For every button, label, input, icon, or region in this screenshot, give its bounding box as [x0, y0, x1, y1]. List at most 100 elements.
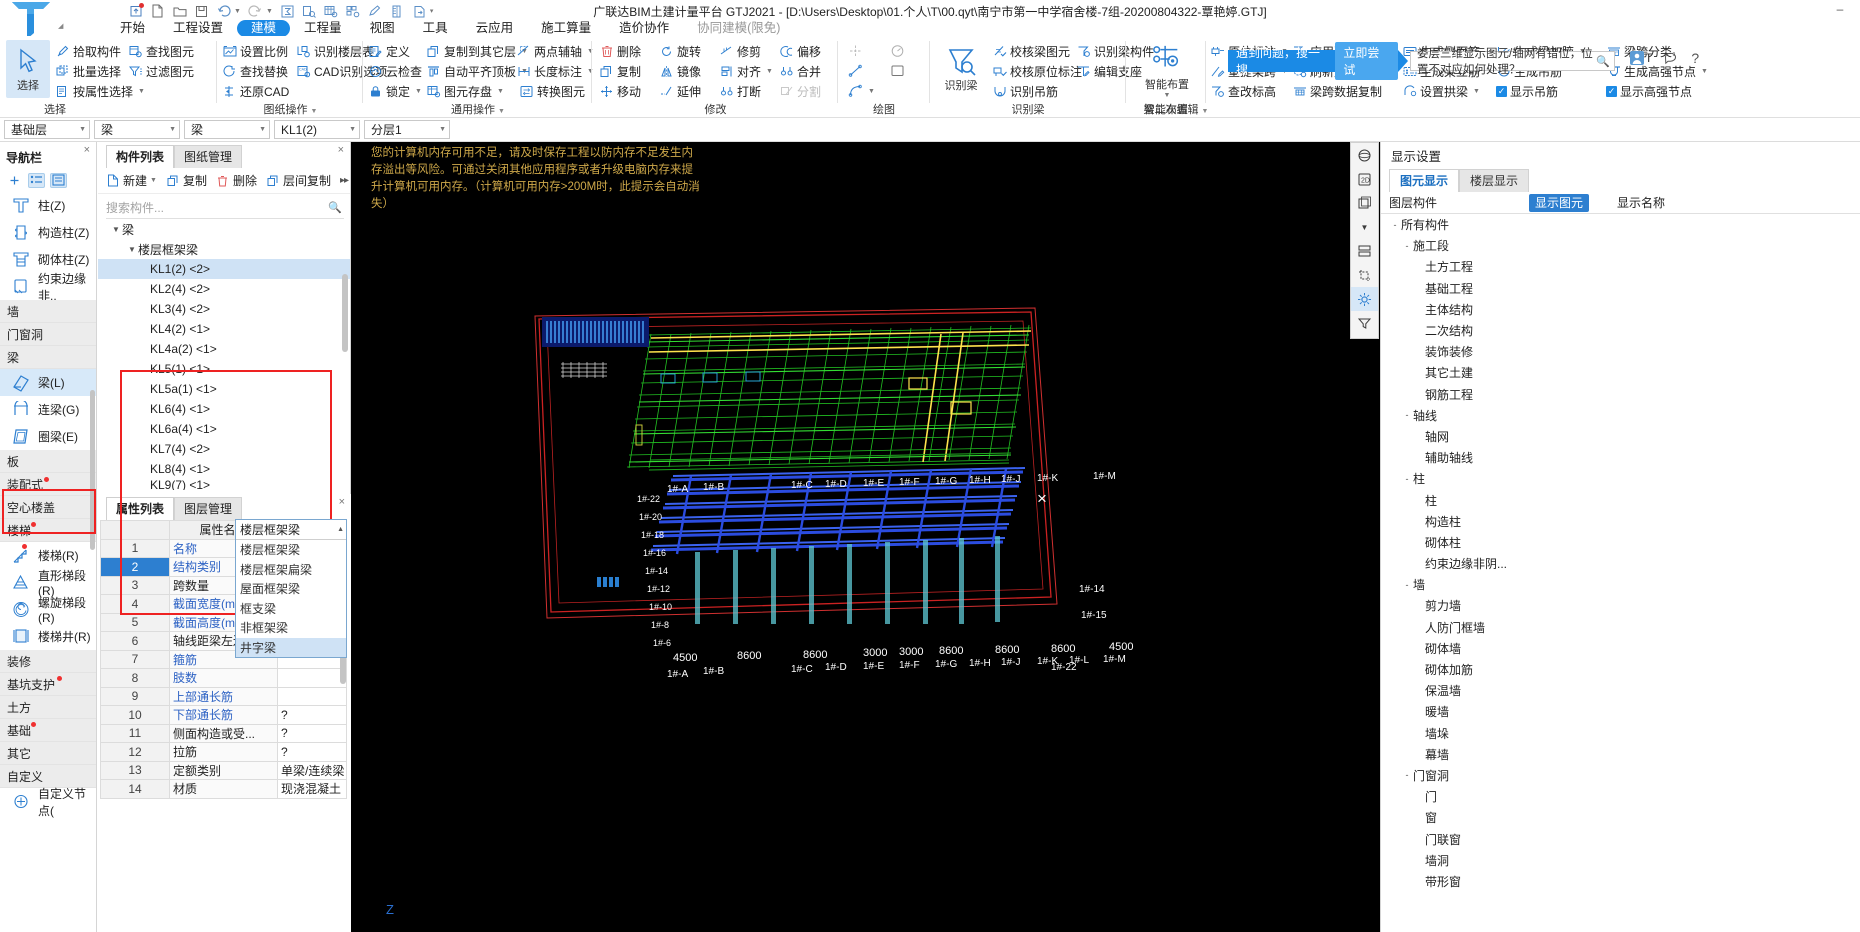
draw-circle-button[interactable]: [890, 41, 905, 61]
navigation-close-button[interactable]: ×: [84, 144, 90, 156]
change-elevation-button[interactable]: 查改标高: [1210, 81, 1276, 101]
tab-construction-quantities[interactable]: 施工算量: [527, 20, 605, 37]
tab-view[interactable]: 视图: [356, 20, 409, 37]
expander-icon[interactable]: -: [1401, 241, 1413, 251]
chevron-down-icon[interactable]: ▼: [497, 88, 504, 95]
display-row-constraint-edge[interactable]: 约束边缘非阴...: [1381, 553, 1860, 574]
tab-floor-display[interactable]: 楼层显示: [1459, 169, 1530, 192]
break-button[interactable]: 打断: [719, 81, 761, 101]
nav-item-coupling-beam[interactable]: 连梁(G): [0, 396, 96, 423]
new-component-button[interactable]: 新建 ▼: [106, 172, 157, 189]
chevron-down-icon[interactable]: ▼: [868, 88, 875, 95]
display-row-airdefense-door-frame-wall[interactable]: 人防门框墙: [1381, 617, 1860, 638]
structure-category-selected[interactable]: 楼层框架梁 ▲: [236, 520, 346, 539]
show-hanger-checkbox[interactable]: 显示吊筋: [1496, 81, 1558, 101]
nav-group-other[interactable]: 其它: [0, 742, 96, 765]
display-row-warm-wall[interactable]: 暖墙: [1381, 701, 1860, 722]
display-row-wall-group[interactable]: - 墙: [1381, 574, 1860, 595]
find-replace-button[interactable]: 查找替换: [222, 61, 288, 81]
chevron-down-icon[interactable]: ▼: [415, 88, 422, 95]
option-floor-frame-beam[interactable]: 楼层框架梁: [236, 540, 346, 560]
select-tool-button[interactable]: 选择: [6, 40, 50, 98]
model-3d-viewport[interactable]: 您的计算机内存可用不足，请及时保存工程以防内存不足发生内存溢出等风险。可通过关闭…: [351, 142, 1380, 932]
mirror-button[interactable]: 镜像: [659, 61, 701, 81]
tree-node-beam-root[interactable]: ▼ 梁: [98, 219, 350, 239]
redo-dropdown-caret[interactable]: ▼: [266, 8, 273, 15]
display-row-decoration[interactable]: 装饰装修: [1381, 341, 1860, 362]
copy-to-other-floor-button[interactable]: 复制到其它层 ▼: [426, 41, 528, 61]
nav-item-constraint-edge[interactable]: 约束边缘非..: [0, 272, 96, 303]
redo-icon[interactable]: [248, 4, 263, 19]
display-row-masonry-column[interactable]: 砌体柱: [1381, 532, 1860, 553]
display-row-door-window-group[interactable]: - 门窗洞: [1381, 765, 1860, 786]
check-insitu-label-button[interactable]: 校核原位标注: [992, 61, 1082, 81]
two-point-aux-axis-button[interactable]: 两点辅轴 ▼: [516, 41, 594, 61]
table-row[interactable]: 13 定额类别 单梁/连续梁: [100, 760, 347, 780]
tab-cost-collaboration[interactable]: 造价协作: [605, 20, 683, 37]
nav-group-earthwork[interactable]: 土方: [0, 696, 96, 719]
row-value[interactable]: ?: [277, 742, 347, 762]
element-save-button[interactable]: 图元存盘 ▼: [426, 81, 504, 101]
tree-item-kl5a[interactable]: KL5a(1) <1>: [98, 379, 350, 399]
display-row-earthwork[interactable]: 土方工程: [1381, 256, 1860, 277]
option-floor-frame-flat-beam[interactable]: 楼层框架扁梁: [236, 560, 346, 580]
crop-tool[interactable]: [1351, 263, 1378, 287]
nav-item-beam[interactable]: 梁(L): [0, 369, 96, 396]
chevron-down-icon[interactable]: ▼: [1202, 108, 1209, 115]
table-row[interactable]: 9 上部通长筋: [100, 686, 347, 706]
upload-icon[interactable]: [128, 2, 144, 19]
chevron-down-icon[interactable]: ▼: [1701, 68, 1708, 75]
view-2d-tool[interactable]: 2D: [1351, 167, 1378, 191]
tab-layer-management[interactable]: 图层管理: [174, 497, 243, 520]
chevron-up-icon[interactable]: ▲: [337, 526, 344, 533]
tree-item-kl6[interactable]: KL6(4) <1>: [98, 399, 350, 419]
tab-collaborative-modeling[interactable]: 协同建模(限免): [683, 20, 794, 37]
tree-item-kl4a[interactable]: KL4a(2) <1>: [98, 339, 350, 359]
nav-group-decoration[interactable]: 装修: [0, 650, 96, 673]
layers-tool[interactable]: [1351, 191, 1378, 215]
display-row-axis[interactable]: - 轴线: [1381, 405, 1860, 426]
help-search-input[interactable]: 娄层三维显示图元/轴网有错位，位置不对应如何处理？ 🔍: [1410, 48, 1615, 76]
display-settings-tool[interactable]: [1351, 287, 1378, 311]
undo-icon[interactable]: [216, 4, 231, 19]
interlayer-copy-button[interactable]: 层间复制: [266, 172, 331, 189]
tree-item-kl8[interactable]: KL8(4) <1>: [98, 459, 350, 479]
display-row-wall-opening[interactable]: 墙洞: [1381, 850, 1860, 871]
row-value[interactable]: ?: [277, 723, 347, 743]
structure-category-dropdown[interactable]: 楼层框架梁 ▲ 楼层框架梁 楼层框架扁梁 屋面框架梁 框支梁 非框架梁 井字梁: [235, 519, 347, 658]
display-row-axis-grid[interactable]: 轴网: [1381, 426, 1860, 447]
delete-component-button[interactable]: 删除: [216, 172, 257, 189]
nav-group-beam[interactable]: 梁: [0, 346, 96, 369]
component-tree-scrollbar[interactable]: [342, 274, 348, 352]
row-value[interactable]: [277, 668, 347, 688]
nav-group-slab[interactable]: 板: [0, 450, 96, 473]
option-frame-support-beam[interactable]: 框支梁: [236, 599, 346, 619]
nav-item-straight-stair[interactable]: 直形梯段(R): [0, 569, 96, 598]
nav-item-ring-beam[interactable]: 圈梁(E): [0, 423, 96, 450]
component-select[interactable]: KL1(2) ▼: [274, 120, 360, 139]
display-row-wall-pier[interactable]: 墙垛: [1381, 723, 1860, 744]
rotate-button[interactable]: 旋转: [659, 41, 701, 61]
nav-item-column[interactable]: 柱(Z): [0, 192, 96, 219]
tab-element-display[interactable]: 图元显示: [1389, 169, 1460, 192]
table-icon[interactable]: [324, 4, 339, 19]
option-non-frame-beam[interactable]: 非框架梁: [236, 618, 346, 638]
nav-group-pit-support[interactable]: 基坑支护: [0, 673, 96, 696]
check-beam-element-button[interactable]: 校核梁图元: [992, 41, 1070, 61]
open-folder-icon[interactable]: [172, 4, 187, 19]
delete-button[interactable]: 删除: [599, 41, 641, 61]
recognize-beam-button[interactable]: 识别梁: [936, 40, 986, 98]
tree-item-kl1[interactable]: KL1(2) <2>: [98, 259, 350, 279]
ruler-icon[interactable]: [390, 4, 405, 19]
tab-project-settings[interactable]: 工程设置: [159, 20, 237, 37]
undo-dropdown-caret[interactable]: ▼: [234, 8, 241, 15]
table-row[interactable]: 10 下部通长筋 ?: [100, 705, 347, 725]
chevron-down-icon[interactable]: ▼: [73, 126, 86, 133]
copy-component-button[interactable]: 复制: [166, 172, 207, 189]
lock-button[interactable]: 锁定 ▼: [368, 81, 422, 101]
nav-group-door-window[interactable]: 门窗洞: [0, 323, 96, 346]
set-arch-beam-button[interactable]: 设置拱梁 ▼: [1402, 81, 1480, 101]
copy-button[interactable]: 复制: [599, 61, 641, 81]
user-avatar[interactable]: T: [1630, 51, 1652, 65]
draw-rect-button[interactable]: [890, 61, 905, 81]
